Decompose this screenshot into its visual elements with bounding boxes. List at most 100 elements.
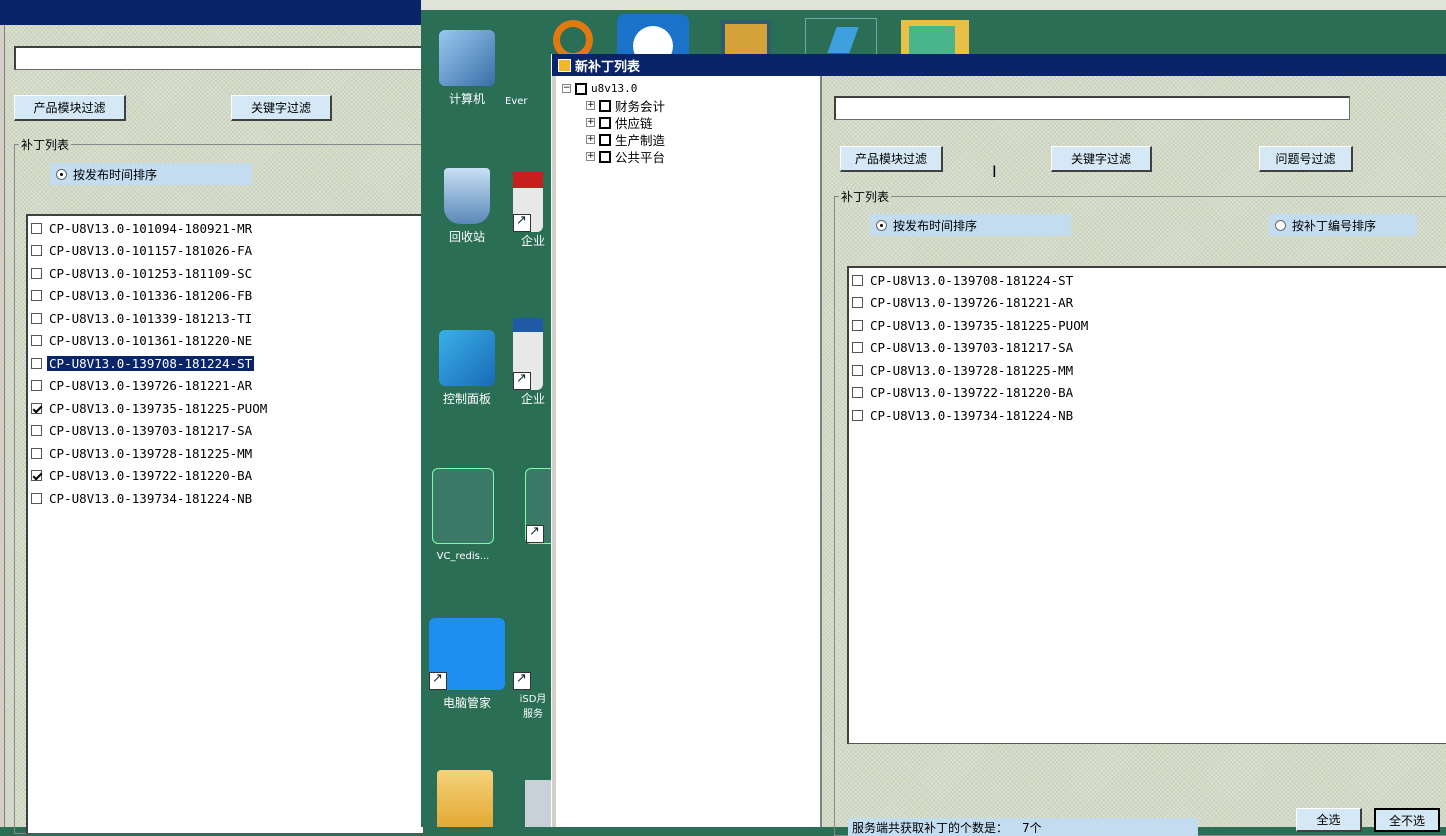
- patch-checkbox[interactable]: [31, 402, 42, 414]
- patch-row[interactable]: CP-U8V13.0-139735-181225-PUOM: [849, 314, 1446, 337]
- sort-by-number-radio[interactable]: 按补丁编号排序: [1269, 214, 1417, 236]
- desktop-icon-isd[interactable]: iSD月 服务: [513, 618, 553, 720]
- expand-icon[interactable]: +: [586, 135, 595, 144]
- patch-count-value: 7个: [1022, 820, 1042, 835]
- deselect-all-button[interactable]: 全不选: [1374, 808, 1440, 832]
- patch-checkbox[interactable]: [852, 409, 863, 421]
- desktop-icon-computer[interactable]: 计算机: [427, 30, 507, 107]
- patch-row[interactable]: CP-U8V13.0-139735-181225-PUOM: [28, 397, 423, 420]
- patch-row[interactable]: CP-U8V13.0-139722-181220-BA: [849, 382, 1446, 405]
- back-sort-by-time-label: 按发布时间排序: [73, 167, 158, 182]
- desktop-icon-vc-redist[interactable]: VC_redis...: [423, 468, 503, 562]
- sort-by-number-label: 按补丁编号排序: [1292, 218, 1377, 233]
- patch-checkbox[interactable]: [31, 425, 42, 437]
- patch-id: CP-U8V13.0-101094-180921-MR: [49, 220, 253, 236]
- patch-checkbox[interactable]: [31, 245, 42, 257]
- select-all-button[interactable]: 全选: [1296, 808, 1362, 832]
- patch-row[interactable]: CP-U8V13.0-101253-181109-SC: [28, 262, 423, 285]
- back-search-input[interactable]: [14, 46, 424, 70]
- issue-filter-button[interactable]: 问题号过滤: [1259, 146, 1353, 172]
- patch-checkbox[interactable]: [31, 357, 42, 369]
- patch-row[interactable]: CP-U8V13.0-139728-181225-MM: [28, 442, 423, 465]
- front-patch-list[interactable]: CP-U8V13.0-139708-181224-ST CP-U8V13.0-13…: [847, 266, 1446, 744]
- patch-row[interactable]: CP-U8V13.0-101336-181206-FB: [28, 285, 423, 308]
- tree-checkbox[interactable]: [599, 99, 611, 112]
- patch-row[interactable]: CP-U8V13.0-139726-181221-AR: [28, 375, 423, 398]
- patch-checkbox[interactable]: [31, 380, 42, 392]
- patch-row[interactable]: CP-U8V13.0-139708-181224-ST: [28, 352, 423, 375]
- tree-checkbox[interactable]: [599, 133, 611, 146]
- module-filter-button[interactable]: 产品模块过滤: [840, 146, 943, 172]
- patch-checkbox[interactable]: [31, 222, 42, 234]
- desktop-icon-enterprise-2[interactable]: 企业: [513, 318, 553, 407]
- desktop-icon-enterprise-1[interactable]: 企业: [513, 172, 553, 249]
- tree-root[interactable]: − u8v13.0: [562, 82, 637, 95]
- back-keyword-filter-button[interactable]: 关键字过滤: [231, 95, 332, 121]
- patch-checkbox[interactable]: [852, 274, 863, 286]
- desktop-icon-label: 回收站: [448, 230, 485, 244]
- radio-unselected-icon: [1275, 219, 1286, 231]
- patch-checkbox[interactable]: [31, 312, 42, 324]
- patch-row[interactable]: CP-U8V13.0-101094-180921-MR: [28, 217, 423, 240]
- patch-row[interactable]: CP-U8V13.0-139708-181224-ST: [849, 269, 1446, 292]
- tree-item-platform[interactable]: + 公共平台: [586, 147, 665, 166]
- desktop-icon-pc-manager[interactable]: 电脑管家: [427, 618, 507, 711]
- back-patch-list[interactable]: CP-U8V13.0-101094-180921-MR CP-U8V13.0-10…: [26, 214, 424, 834]
- patch-checkbox[interactable]: [852, 364, 863, 376]
- shortcut-arrow-icon: [526, 524, 544, 543]
- patch-checkbox[interactable]: [852, 319, 863, 331]
- patch-id: CP-U8V13.0-139708-181224-ST: [870, 272, 1074, 288]
- patch-checkbox[interactable]: [852, 342, 863, 354]
- folder-icon[interactable]: [437, 770, 493, 827]
- patch-checkbox[interactable]: [31, 492, 42, 504]
- sort-by-time-radio[interactable]: 按发布时间排序: [870, 214, 1071, 236]
- shortcut-arrow-icon: [513, 213, 531, 232]
- module-tree[interactable]: − u8v13.0 + 财务会计 + 供应链 + 生产制造 + 公共平台: [556, 76, 822, 827]
- collapse-icon[interactable]: −: [562, 84, 571, 93]
- patch-id: CP-U8V13.0-139735-181225-PUOM: [870, 317, 1089, 333]
- desktop-icon-ever[interactable]: Ever: [505, 96, 545, 107]
- patch-id: CP-U8V13.0-101339-181213-TI: [49, 310, 253, 326]
- desktop-icon-label: 计算机: [448, 92, 485, 106]
- front-search-input[interactable]: [834, 96, 1350, 120]
- patch-checkbox[interactable]: [31, 447, 42, 459]
- front-window: 新补丁列表 − u8v13.0 + 财务会计 + 供应链 + 生产制造 + 公共…: [551, 54, 1446, 836]
- back-sort-by-time-radio[interactable]: 按发布时间排序: [50, 163, 252, 185]
- front-window-titlebar[interactable]: 新补丁列表: [552, 54, 1446, 76]
- patch-row[interactable]: CP-U8V13.0-139722-181220-BA: [28, 465, 423, 488]
- expand-icon[interactable]: +: [586, 118, 595, 127]
- patch-row[interactable]: CP-U8V13.0-139703-181217-SA: [28, 420, 423, 443]
- patch-checkbox[interactable]: [852, 297, 863, 309]
- patch-row[interactable]: CP-U8V13.0-101339-181213-TI: [28, 307, 423, 330]
- back-module-filter-button[interactable]: 产品模块过滤: [14, 95, 126, 121]
- patch-row[interactable]: CP-U8V13.0-139734-181224-NB: [28, 487, 423, 510]
- patch-row[interactable]: CP-U8V13.0-139728-181225-MM: [849, 359, 1446, 382]
- tree-checkbox[interactable]: [575, 82, 587, 95]
- patch-row[interactable]: CP-U8V13.0-139734-181224-NB: [849, 404, 1446, 427]
- patch-row[interactable]: CP-U8V13.0-101361-181220-NE: [28, 330, 423, 353]
- patch-checkbox[interactable]: [31, 290, 42, 302]
- desktop-icon-recycle-bin[interactable]: 回收站: [427, 168, 507, 245]
- keyword-filter-button[interactable]: 关键字过滤: [1051, 146, 1152, 172]
- patch-checkbox[interactable]: [31, 267, 42, 279]
- expand-icon[interactable]: +: [586, 101, 595, 110]
- patch-row[interactable]: CP-U8V13.0-139703-181217-SA: [849, 337, 1446, 360]
- patch-checkbox[interactable]: [852, 387, 863, 399]
- patch-checkbox[interactable]: [31, 470, 42, 482]
- partial-app-icon-bottom[interactable]: [525, 780, 553, 827]
- desktop-icon-label: VC_redis...: [436, 551, 490, 562]
- tree-checkbox[interactable]: [599, 116, 611, 129]
- expand-icon[interactable]: +: [586, 152, 595, 161]
- back-patch-group-title: 补丁列表: [21, 136, 70, 153]
- recycle-bin-icon: [444, 168, 490, 224]
- radio-selected-icon: [56, 168, 67, 180]
- desktop-icon-control-panel[interactable]: 控制面板: [427, 330, 507, 407]
- patch-id: CP-U8V13.0-139734-181224-NB: [49, 490, 253, 506]
- tree-checkbox[interactable]: [599, 150, 611, 163]
- patch-count-label: 服务端共获取补丁的个数是：: [852, 820, 1009, 835]
- patch-row[interactable]: CP-U8V13.0-139726-181221-AR: [849, 292, 1446, 315]
- patch-checkbox[interactable]: [31, 335, 42, 347]
- back-window-titlebar[interactable]: [0, 0, 421, 25]
- patch-row[interactable]: CP-U8V13.0-101157-181026-FA: [28, 240, 423, 263]
- pc-manager-icon: [429, 618, 505, 690]
